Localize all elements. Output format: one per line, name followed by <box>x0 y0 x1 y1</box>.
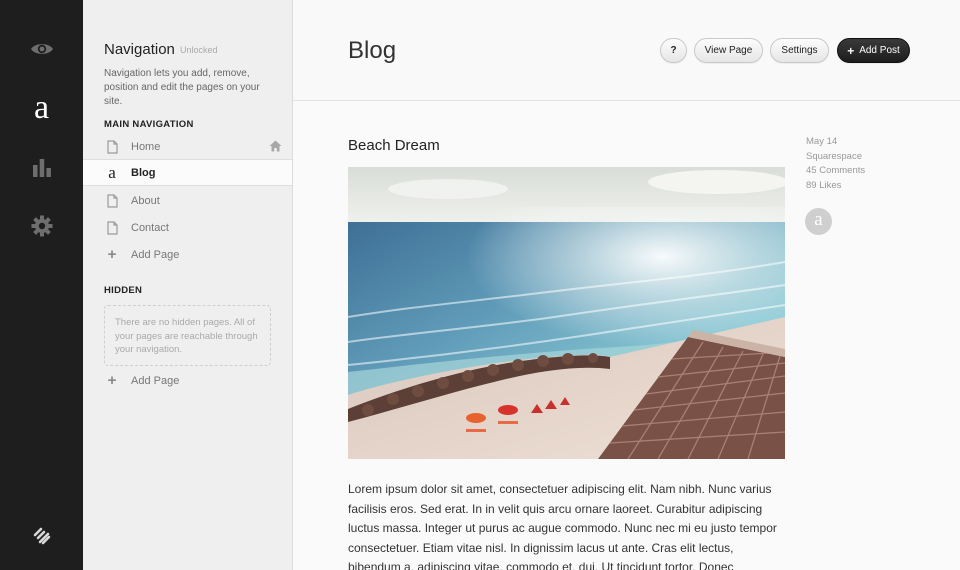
nav-item-home[interactable]: Home <box>83 133 292 160</box>
gear-icon <box>31 215 52 237</box>
plus-icon: + <box>107 246 117 263</box>
post-title[interactable]: Beach Dream <box>348 137 440 154</box>
nav-item-blog[interactable]: a Blog <box>83 159 292 186</box>
nav-item-label: Contact <box>131 221 169 234</box>
main-content: Blog ? View Page Settings + Add Post Bea… <box>293 0 960 570</box>
analytics-button[interactable] <box>0 155 83 179</box>
panel-title: Navigation <box>104 41 175 58</box>
view-page-button[interactable]: View Page <box>694 38 763 63</box>
settings-rail-button[interactable] <box>0 213 83 239</box>
nav-item-about[interactable]: About <box>83 187 292 214</box>
plus-icon: + <box>847 43 855 58</box>
help-button[interactable]: ? <box>660 38 687 63</box>
content-button[interactable]: a <box>0 88 83 128</box>
post-image[interactable] <box>348 167 785 459</box>
page-icon <box>105 139 119 155</box>
page-icon <box>105 220 119 236</box>
settings-button[interactable]: Settings <box>770 38 829 63</box>
eye-icon <box>30 44 53 54</box>
post-meta: May 14 Squarespace 45 Comments 89 Likes <box>806 135 865 193</box>
main-navigation-heading: MAIN NAVIGATION <box>104 119 194 130</box>
add-page-button[interactable]: + Add Page <box>83 241 292 268</box>
post-likes[interactable]: 89 Likes <box>806 179 865 194</box>
add-post-button[interactable]: + Add Post <box>837 38 910 63</box>
add-post-label: Add Post <box>859 45 900 56</box>
add-page-label: Add Page <box>131 248 180 261</box>
nav-item-label: Blog <box>131 166 156 179</box>
page-icon <box>105 193 119 209</box>
squarespace-logo-icon <box>33 527 50 545</box>
hidden-heading: HIDDEN <box>104 285 143 296</box>
page-header: Blog ? View Page Settings + Add Post <box>293 0 960 101</box>
panel-description: Navigation lets you add, remove, positio… <box>104 68 260 107</box>
page-title: Blog <box>348 37 397 64</box>
nav-item-label: Home <box>131 140 161 153</box>
navigation-panel: Navigation Unlocked Navigation lets you … <box>83 0 293 570</box>
squarespace-logo[interactable] <box>0 525 83 547</box>
blog-a-icon: a <box>108 163 116 182</box>
plus-icon: + <box>107 372 117 389</box>
squarespace-a-icon: a <box>33 89 50 126</box>
post-author[interactable]: Squarespace <box>806 150 865 165</box>
post-date: May 14 <box>806 136 838 147</box>
hidden-pages-dropzone: There are no hidden pages. All of your p… <box>104 305 271 366</box>
nav-item-contact[interactable]: Contact <box>83 214 292 241</box>
avatar[interactable]: a <box>805 208 832 235</box>
preview-button[interactable] <box>0 36 83 62</box>
add-page-label: Add Page <box>131 374 180 387</box>
post-body[interactable]: Lorem ipsum dolor sit amet, consectetuer… <box>348 480 788 570</box>
home-icon <box>269 140 282 155</box>
app-rail: a <box>0 0 83 570</box>
lock-status[interactable]: Unlocked <box>180 45 218 55</box>
nav-item-label: About <box>131 194 160 207</box>
beach-photo <box>348 167 785 459</box>
hidden-add-page-button[interactable]: + Add Page <box>83 367 292 394</box>
post-comments[interactable]: 45 Comments <box>806 164 865 179</box>
bar-chart-icon <box>32 159 51 177</box>
